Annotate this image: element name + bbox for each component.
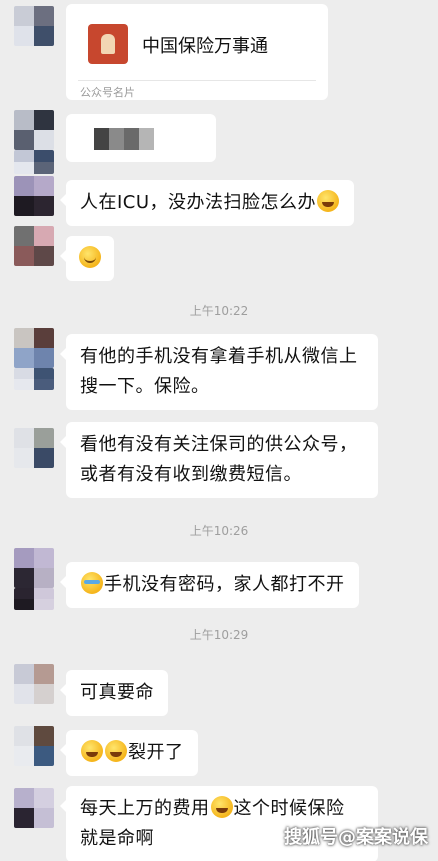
laughing-crying-emoji-icon	[317, 190, 340, 212]
message-text: 每天上万的费用	[80, 798, 210, 819]
message-bubble[interactable]: 裂开了	[60, 730, 198, 776]
message-bubble[interactable]: 有他的手机没有拿着手机从微信上 搜一下。保险。	[60, 334, 378, 410]
message-text: 搜一下。保险。	[80, 376, 210, 397]
loudly-crying-emoji-icon	[81, 572, 103, 594]
laughing-crying-emoji-icon	[210, 796, 233, 818]
message-text: 裂开了	[128, 742, 184, 763]
message-text: 或者有没有收到缴费短信。	[80, 464, 302, 485]
message-text: 人在ICU，没办法扫脸怎么办	[80, 192, 317, 213]
watermark: 搜狐号@案案说保	[284, 827, 428, 848]
official-account-card[interactable]: 中国保险万事通 公众号名片	[66, 4, 328, 100]
message-text: 手机没有密码，家人都打不开	[104, 574, 345, 595]
avatar[interactable]	[14, 428, 54, 468]
timestamp: 上午10:29	[189, 628, 249, 642]
avatar[interactable]	[14, 150, 54, 174]
message-text: 可真要命	[80, 682, 154, 703]
message-bubble[interactable]	[60, 236, 114, 281]
redacted-message-bubble[interactable]	[66, 114, 216, 162]
card-footer-label: 公众号名片	[80, 86, 135, 99]
message-text: 这个时候保险	[233, 798, 345, 819]
avatar[interactable]	[14, 726, 54, 766]
avatar[interactable]	[14, 110, 54, 150]
message-bubble[interactable]: 看他有没有关注保司的供公众号， 或者有没有收到缴费短信。	[60, 422, 378, 498]
message-text: 看他有没有关注保司的供公众号，	[80, 434, 358, 455]
laughing-crying-emoji-icon	[81, 740, 103, 762]
card-divider	[78, 80, 316, 81]
avatar[interactable]	[14, 226, 54, 266]
timestamp: 上午10:26	[189, 524, 249, 538]
avatar[interactable]	[14, 6, 54, 46]
message-bubble[interactable]: 人在ICU，没办法扫脸怎么办	[59, 180, 355, 226]
avatar[interactable]	[14, 664, 54, 704]
avatar[interactable]	[14, 788, 54, 828]
laughing-crying-emoji-icon	[105, 740, 127, 762]
card-title: 中国保险万事通	[142, 36, 268, 57]
account-logo	[88, 24, 128, 64]
smiling-emoji-icon	[79, 246, 101, 268]
avatar[interactable]	[14, 328, 54, 368]
avatar[interactable]	[14, 548, 54, 588]
message-bubble[interactable]: 可真要命	[60, 670, 168, 716]
message-text: 有他的手机没有拿着手机从微信上	[80, 346, 358, 367]
avatar[interactable]	[14, 588, 54, 610]
message-bubble[interactable]: 手机没有密码，家人都打不开	[60, 562, 359, 608]
avatar[interactable]	[14, 368, 54, 390]
redacted-content	[94, 128, 154, 150]
timestamp: 上午10:22	[189, 304, 249, 318]
avatar[interactable]	[14, 176, 54, 216]
